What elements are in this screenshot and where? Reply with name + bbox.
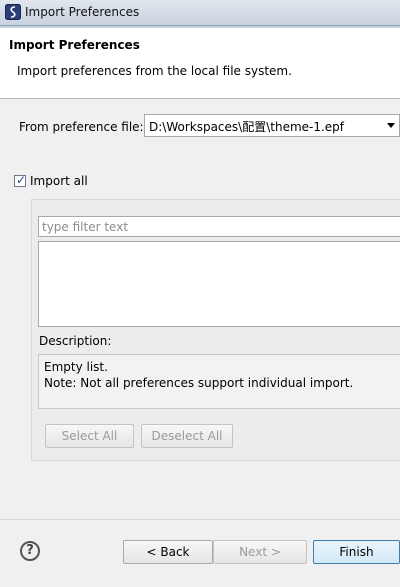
import-all-checkbox[interactable]: ✓	[14, 173, 27, 187]
back-button[interactable]: < Back	[123, 540, 213, 564]
deselect-all-button[interactable]: Deselect All	[141, 424, 233, 448]
header-title: Import Preferences	[9, 38, 140, 52]
preferences-tree[interactable]	[38, 241, 400, 327]
dialog-content: From preference file: D:\Workspaces\配置\t…	[0, 99, 400, 519]
dialog-header: Import Preferences Import preferences fr…	[0, 28, 400, 99]
description-box: Empty list. Note: Not all preferences su…	[38, 354, 400, 409]
header-description: Import preferences from the local file s…	[17, 64, 292, 78]
description-label: Description:	[39, 334, 112, 348]
description-line: Note: Not all preferences support indivi…	[44, 376, 354, 390]
window-title: Import Preferences	[25, 5, 140, 19]
preferences-group: type filter text Description: Empty list…	[31, 199, 400, 461]
finish-button[interactable]: Finish	[313, 540, 400, 564]
preference-file-combo[interactable]: D:\Workspaces\配置\theme-1.epf	[144, 114, 400, 137]
description-line: Empty list.	[44, 360, 108, 374]
help-icon[interactable]: ?	[20, 541, 40, 561]
next-button[interactable]: Next >	[213, 540, 307, 564]
filter-input[interactable]: type filter text	[38, 216, 400, 237]
eclipse-icon	[5, 4, 21, 20]
dialog-footer: ? < Back Next > Finish	[0, 520, 400, 587]
preference-file-value: D:\Workspaces\配置\theme-1.epf	[149, 120, 345, 134]
filter-placeholder: type filter text	[42, 220, 129, 234]
chevron-down-icon[interactable]	[387, 123, 395, 128]
import-preferences-dialog: Import Preferences Import Preferences Im…	[0, 0, 400, 587]
title-bar[interactable]: Import Preferences	[0, 0, 400, 26]
preference-file-label: From preference file:	[19, 120, 144, 134]
import-all-label[interactable]: Import all	[30, 174, 88, 188]
select-all-button[interactable]: Select All	[45, 424, 134, 448]
checkmark-icon: ✓	[16, 173, 27, 187]
